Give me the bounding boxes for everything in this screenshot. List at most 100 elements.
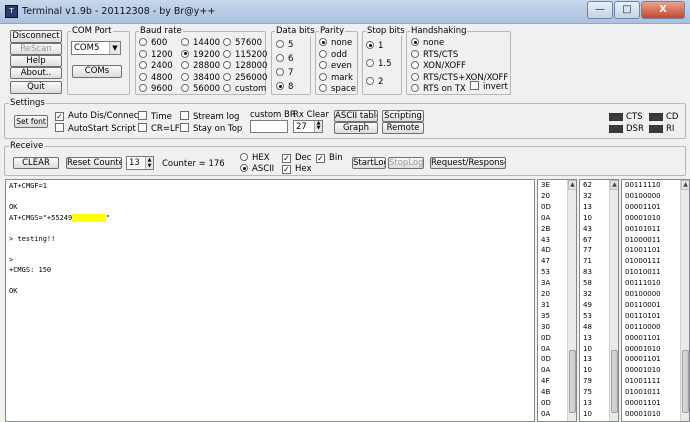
baud-radio-19200[interactable]: 19200 — [181, 49, 220, 60]
handshaking-radio-1[interactable]: RTS/CTS — [411, 49, 458, 60]
dec-column[interactable]: 62 32 13 10 43 67 77 71 83 58 32 49 53 48 13 10 13 10 79 75… — [579, 179, 619, 422]
baud-radio-115200[interactable]: 115200 — [223, 49, 267, 60]
stop-bits-radio-2[interactable]: 2 — [366, 77, 383, 87]
dsr-led — [609, 125, 623, 133]
disconnect-button[interactable]: Disconnect — [10, 30, 62, 43]
about-button[interactable]: About.. — [10, 67, 62, 79]
baud-radio-4800[interactable]: 4800 — [139, 72, 173, 83]
clear-button[interactable]: CLEAR — [13, 157, 59, 169]
dec-col-value: 43 — [583, 224, 592, 233]
baud-radio-38400[interactable]: 38400 — [181, 72, 220, 83]
hex-col-value: 0A — [541, 213, 551, 222]
com-port-value: COM5 — [74, 43, 100, 53]
dec-col-value: 79 — [583, 377, 592, 386]
scroll-thumb[interactable] — [611, 350, 618, 413]
dec-col-value: 75 — [583, 388, 592, 397]
data-bits-radio-8[interactable]: 8 — [276, 82, 293, 92]
remote-button[interactable]: Remote — [382, 122, 424, 134]
hex-column[interactable]: 3E 20 0D 0A 2B 43 4D 47 53 3A 20 31 35 30 0D 0A 0D 0A 4F 4B… — [537, 179, 577, 422]
custom-br-input[interactable] — [250, 120, 288, 133]
bin-scrollbar[interactable]: ▲ — [680, 180, 689, 421]
request-response-button[interactable]: Request/Response — [430, 157, 506, 169]
scripting-button[interactable]: Scripting — [382, 110, 424, 122]
parity-radio-even[interactable]: even — [319, 61, 352, 71]
scroll-thumb[interactable] — [569, 350, 576, 413]
data-bits-radio-7[interactable]: 7 — [276, 68, 293, 78]
scroll-up-icon[interactable]: ▲ — [681, 180, 689, 190]
quit-button[interactable]: Quit — [10, 81, 62, 94]
scroll-up-icon[interactable]: ▲ — [610, 180, 618, 190]
handshaking-radio-0[interactable]: none — [411, 38, 444, 48]
parity-radio-space[interactable]: space — [319, 84, 356, 94]
stop-bits-radio-0[interactable]: 1 — [366, 41, 383, 51]
counter-input[interactable]: 13 ▲ ▼ — [126, 156, 154, 170]
spinner-icon[interactable]: ▲ ▼ — [145, 157, 153, 169]
hex-radio[interactable]: HEX — [240, 153, 270, 163]
com-port-select[interactable]: COM5 ▼ — [71, 41, 121, 55]
terminal-line: > — [9, 255, 18, 264]
reset-counter-button[interactable]: Reset Counter — [66, 157, 122, 169]
ascii-radio[interactable]: ASCII — [240, 164, 274, 174]
stay-on-top-checkbox[interactable]: Stay on Top — [180, 123, 242, 134]
hex-col-value: 43 — [541, 235, 550, 244]
scroll-thumb[interactable] — [682, 350, 689, 413]
cr-lf-checkbox[interactable]: CR=LF — [138, 123, 180, 134]
bin-col-value: 00100000 — [625, 290, 661, 298]
maximize-button[interactable]: □ — [614, 1, 640, 19]
parity-radio-mark[interactable]: mark — [319, 72, 353, 83]
counter-display: Counter = 176 — [162, 159, 225, 169]
baud-radio-28800[interactable]: 28800 — [181, 61, 220, 71]
stop-bits-radio-1[interactable]: 1.5 — [366, 59, 392, 69]
baud-radio-14400[interactable]: 14400 — [181, 38, 220, 48]
stoplog-button[interactable]: StopLog — [388, 157, 424, 169]
baud-radio-600[interactable]: 600 — [139, 38, 167, 48]
dec-scrollbar[interactable]: ▲ — [609, 180, 618, 421]
data-bits-radio-5[interactable]: 5 — [276, 40, 293, 50]
baud-radio-128000[interactable]: 128000 — [223, 61, 267, 71]
dec-col-value: 13 — [583, 355, 592, 364]
baud-radio-256000[interactable]: 256000 — [223, 72, 267, 83]
close-button[interactable]: X — [641, 1, 685, 19]
scroll-up-icon[interactable]: ▲ — [568, 180, 576, 190]
minimize-button[interactable]: — — [587, 1, 613, 19]
bin-checkbox[interactable]: ✓ Bin — [316, 153, 343, 163]
parity-radio-none[interactable]: none — [319, 38, 352, 48]
baud-radio-1200[interactable]: 1200 — [139, 49, 173, 60]
bin-col-value: 00001101 — [625, 355, 661, 364]
stream-log-checkbox[interactable]: Stream log — [180, 111, 239, 122]
baud-radio-56000[interactable]: 56000 — [181, 84, 220, 94]
spinner-icon[interactable]: ▲ ▼ — [314, 121, 322, 132]
invert-checkbox[interactable]: invert — [470, 81, 508, 92]
hex-checkbox[interactable]: ✓ Hex — [282, 164, 312, 174]
coms-button[interactable]: COMs — [72, 65, 122, 78]
bin-col-value: 01000011 — [625, 235, 661, 244]
handshaking-radio-4[interactable]: RTS on TX — [411, 84, 466, 94]
rescan-button[interactable]: ReScan — [10, 43, 62, 55]
handshaking-radio-2[interactable]: XON/XOFF — [411, 61, 466, 71]
graph-button[interactable]: Graph — [334, 122, 378, 134]
set-font-button[interactable]: Set font — [14, 115, 48, 128]
chevron-down-icon[interactable]: ▼ — [109, 42, 120, 54]
ascii-table-button[interactable]: ASCII table — [334, 110, 378, 122]
baud-radio-9600[interactable]: 9600 — [139, 84, 173, 94]
data-bits-label: Data bits — [275, 26, 316, 36]
settings-label: Settings — [9, 98, 46, 108]
receive-terminal[interactable]: AT+CMGF=1 OK AT+CMGS="+55249XXXXXXXX" > tes… — [5, 179, 535, 422]
baud-radio-2400[interactable]: 2400 — [139, 61, 173, 71]
hex-scrollbar[interactable]: ▲ — [567, 180, 576, 421]
startlog-button[interactable]: StartLog — [352, 157, 386, 169]
data-bits-radio-6[interactable]: 6 — [276, 54, 293, 64]
dec-checkbox[interactable]: ✓ Dec — [282, 153, 311, 163]
baud-radio-57600[interactable]: 57600 — [223, 38, 262, 48]
dec-col-value: 13 — [583, 399, 592, 407]
ri-label: RI — [666, 124, 675, 134]
auto-dis-connect-checkbox[interactable]: ✓ Auto Dis/Connect — [55, 111, 142, 121]
bin-column[interactable]: 00111110 00100000 00001101 00001010 00101011… — [621, 179, 690, 422]
parity-radio-odd[interactable]: odd — [319, 49, 347, 60]
time-checkbox[interactable]: Time — [138, 111, 172, 122]
rx-clear-input[interactable]: 27 ▲ ▼ — [293, 120, 323, 133]
help-button[interactable]: Help — [10, 55, 62, 67]
baud-radio-custom[interactable]: custom — [223, 84, 266, 94]
autostart-script-checkbox[interactable]: AutoStart Script — [55, 123, 136, 134]
dec-col-value: 83 — [583, 268, 592, 277]
